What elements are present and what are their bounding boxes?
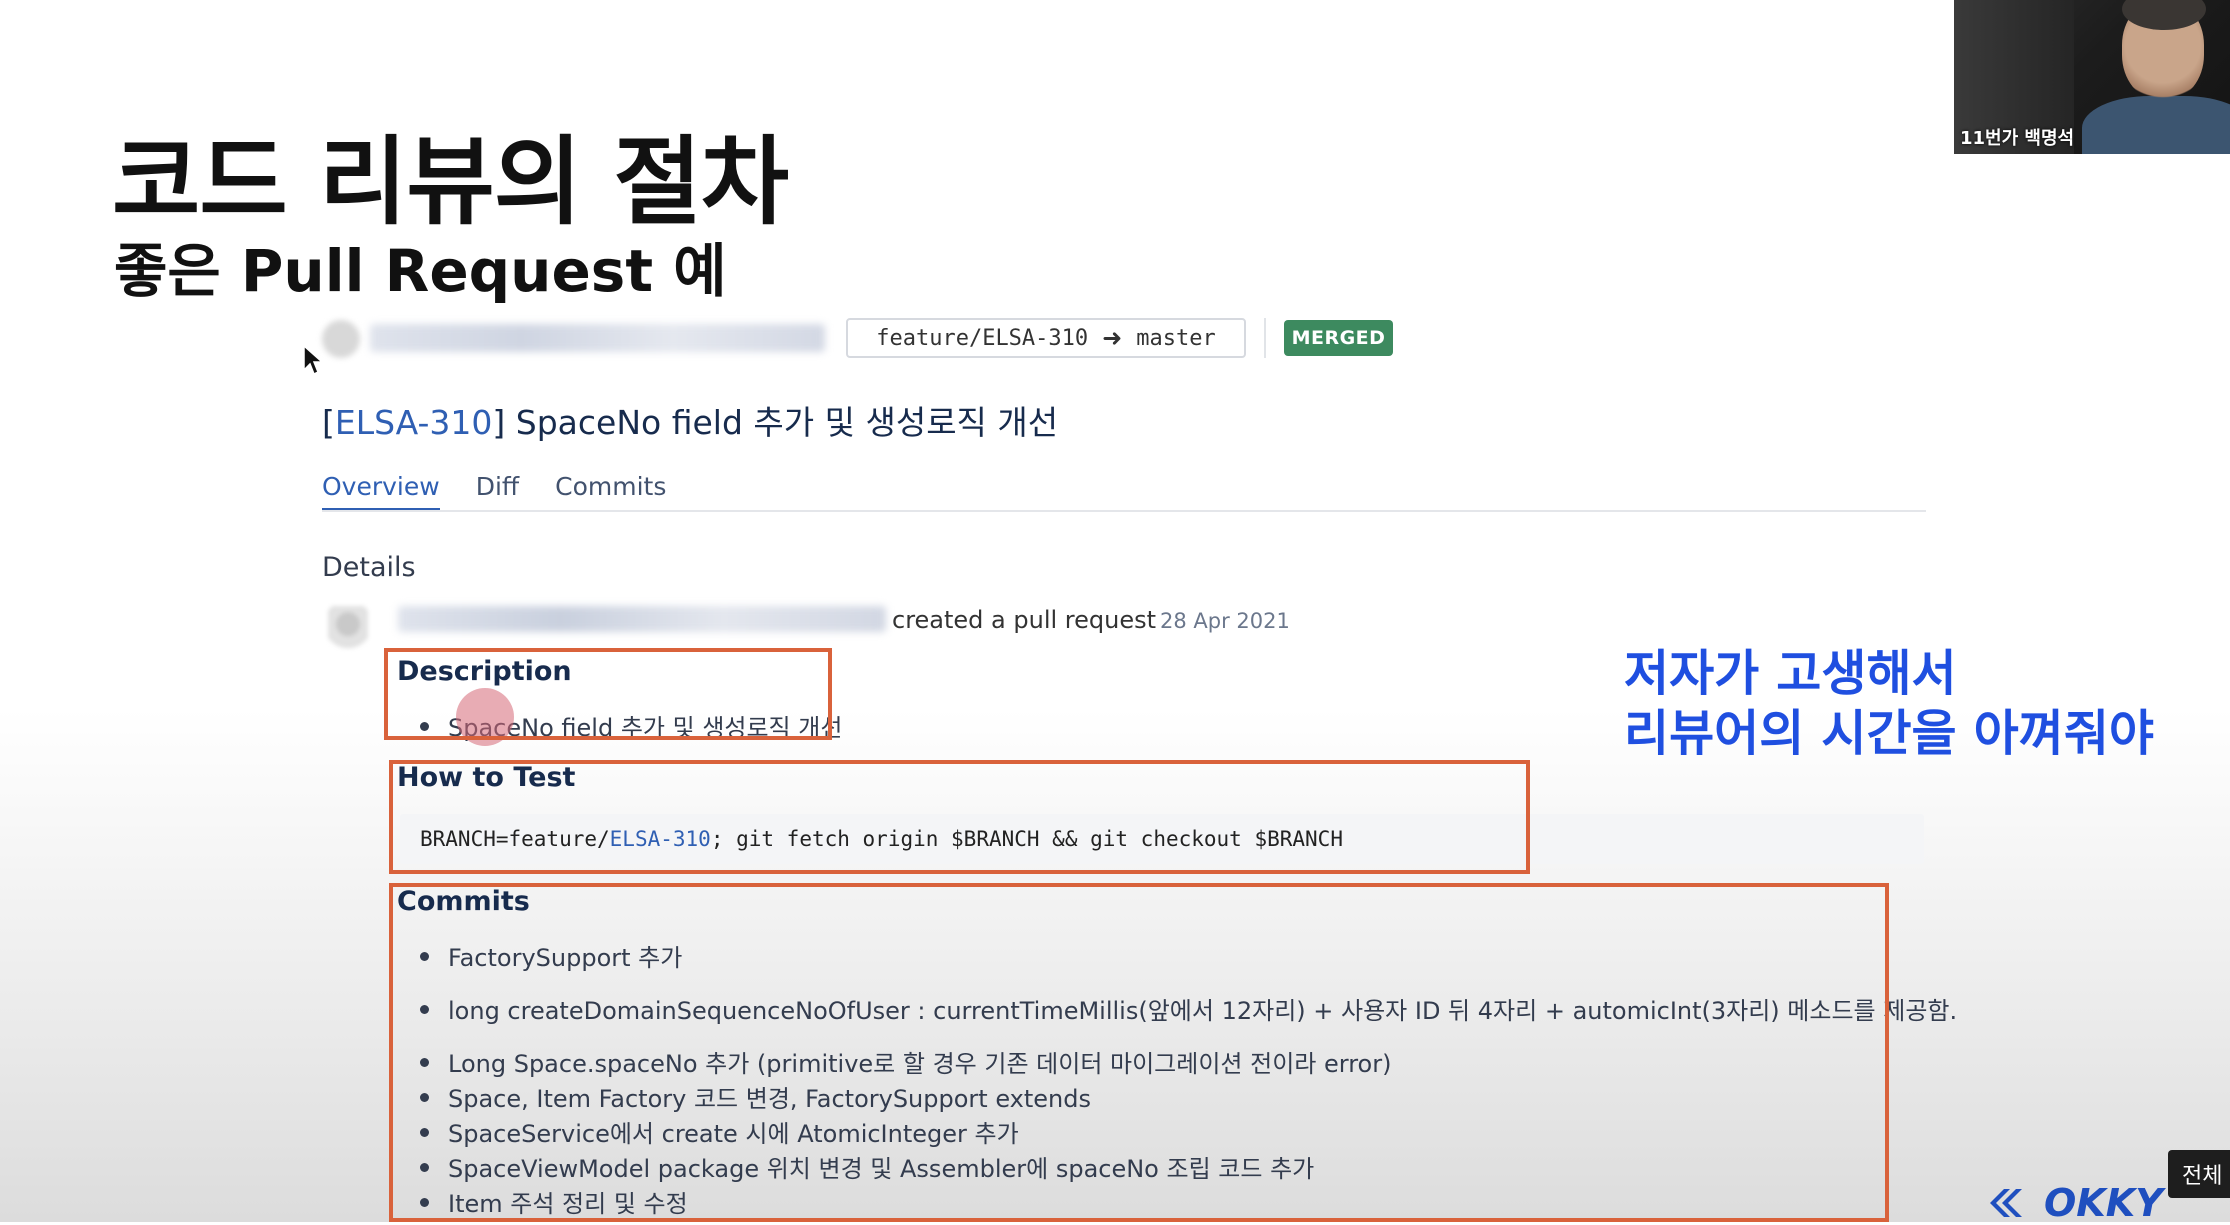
commits-highlight-box [389, 883, 1889, 1222]
activity-avatar [328, 606, 368, 658]
webcam-video: 11번가 백명석 [1954, 0, 2230, 154]
how-to-test-highlight-box [389, 760, 1530, 874]
activity-text: created a pull request [892, 606, 1157, 634]
presentation-slide: 코드 리뷰의 절차 좋은 Pull Request 예 feature/ELSA… [0, 0, 2230, 1225]
arrow-right-icon: ➜ [1102, 324, 1123, 352]
author-avatar [322, 320, 360, 358]
branch-info: feature/ELSA-310 ➜ master [846, 318, 1246, 358]
okky-mark-icon [1990, 1189, 2022, 1217]
tabs-underline [322, 510, 1926, 512]
pr-title: [ELSA-310] SpaceNo field 추가 및 생성로직 개선 [322, 396, 1058, 444]
webcam-person-body [2082, 96, 2230, 154]
tab-overview[interactable]: Overview [322, 472, 440, 512]
tab-commits[interactable]: Commits [555, 472, 666, 512]
fullscreen-button[interactable]: 전체 [2168, 1150, 2230, 1198]
pr-title-bracket-open: [ [322, 403, 335, 442]
okky-logo-text: OKKY [2044, 1181, 2163, 1225]
activity-author-redacted [398, 606, 886, 632]
tab-diff[interactable]: Diff [476, 472, 519, 512]
target-branch[interactable]: master [1136, 326, 1215, 351]
slide-title: 코드 리뷰의 절차 [112, 126, 789, 238]
slide-subtitle: 좋은 Pull Request 예 [114, 237, 727, 305]
annotation-text: 저자가 고생해서 리뷰어의 시간을 아껴줘야 [1624, 644, 2154, 764]
annotation-line-2: 리뷰어의 시간을 아껴줘야 [1624, 705, 2154, 762]
status-badge: MERGED [1284, 320, 1393, 356]
description-highlight-box [384, 648, 832, 740]
annotation-line-1: 저자가 고생해서 [1624, 645, 1957, 702]
pr-title-text: SpaceNo field 추가 및 생성로직 개선 [505, 403, 1059, 442]
source-branch[interactable]: feature/ELSA-310 [876, 326, 1088, 351]
issue-key-link[interactable]: ELSA-310 [335, 403, 493, 442]
okky-logo: OKKY [1988, 1181, 2163, 1225]
author-name-redacted [370, 324, 825, 352]
webcam-name-label: 11번가 백명석 [1960, 128, 2075, 149]
header-divider [1264, 318, 1266, 358]
mouse-cursor-icon [303, 344, 324, 376]
details-heading: Details [322, 552, 416, 583]
pr-tabs: Overview Diff Commits [322, 472, 666, 512]
activity-date: 28 Apr 2021 [1160, 609, 1290, 633]
pr-title-bracket-close: ] [492, 403, 506, 442]
